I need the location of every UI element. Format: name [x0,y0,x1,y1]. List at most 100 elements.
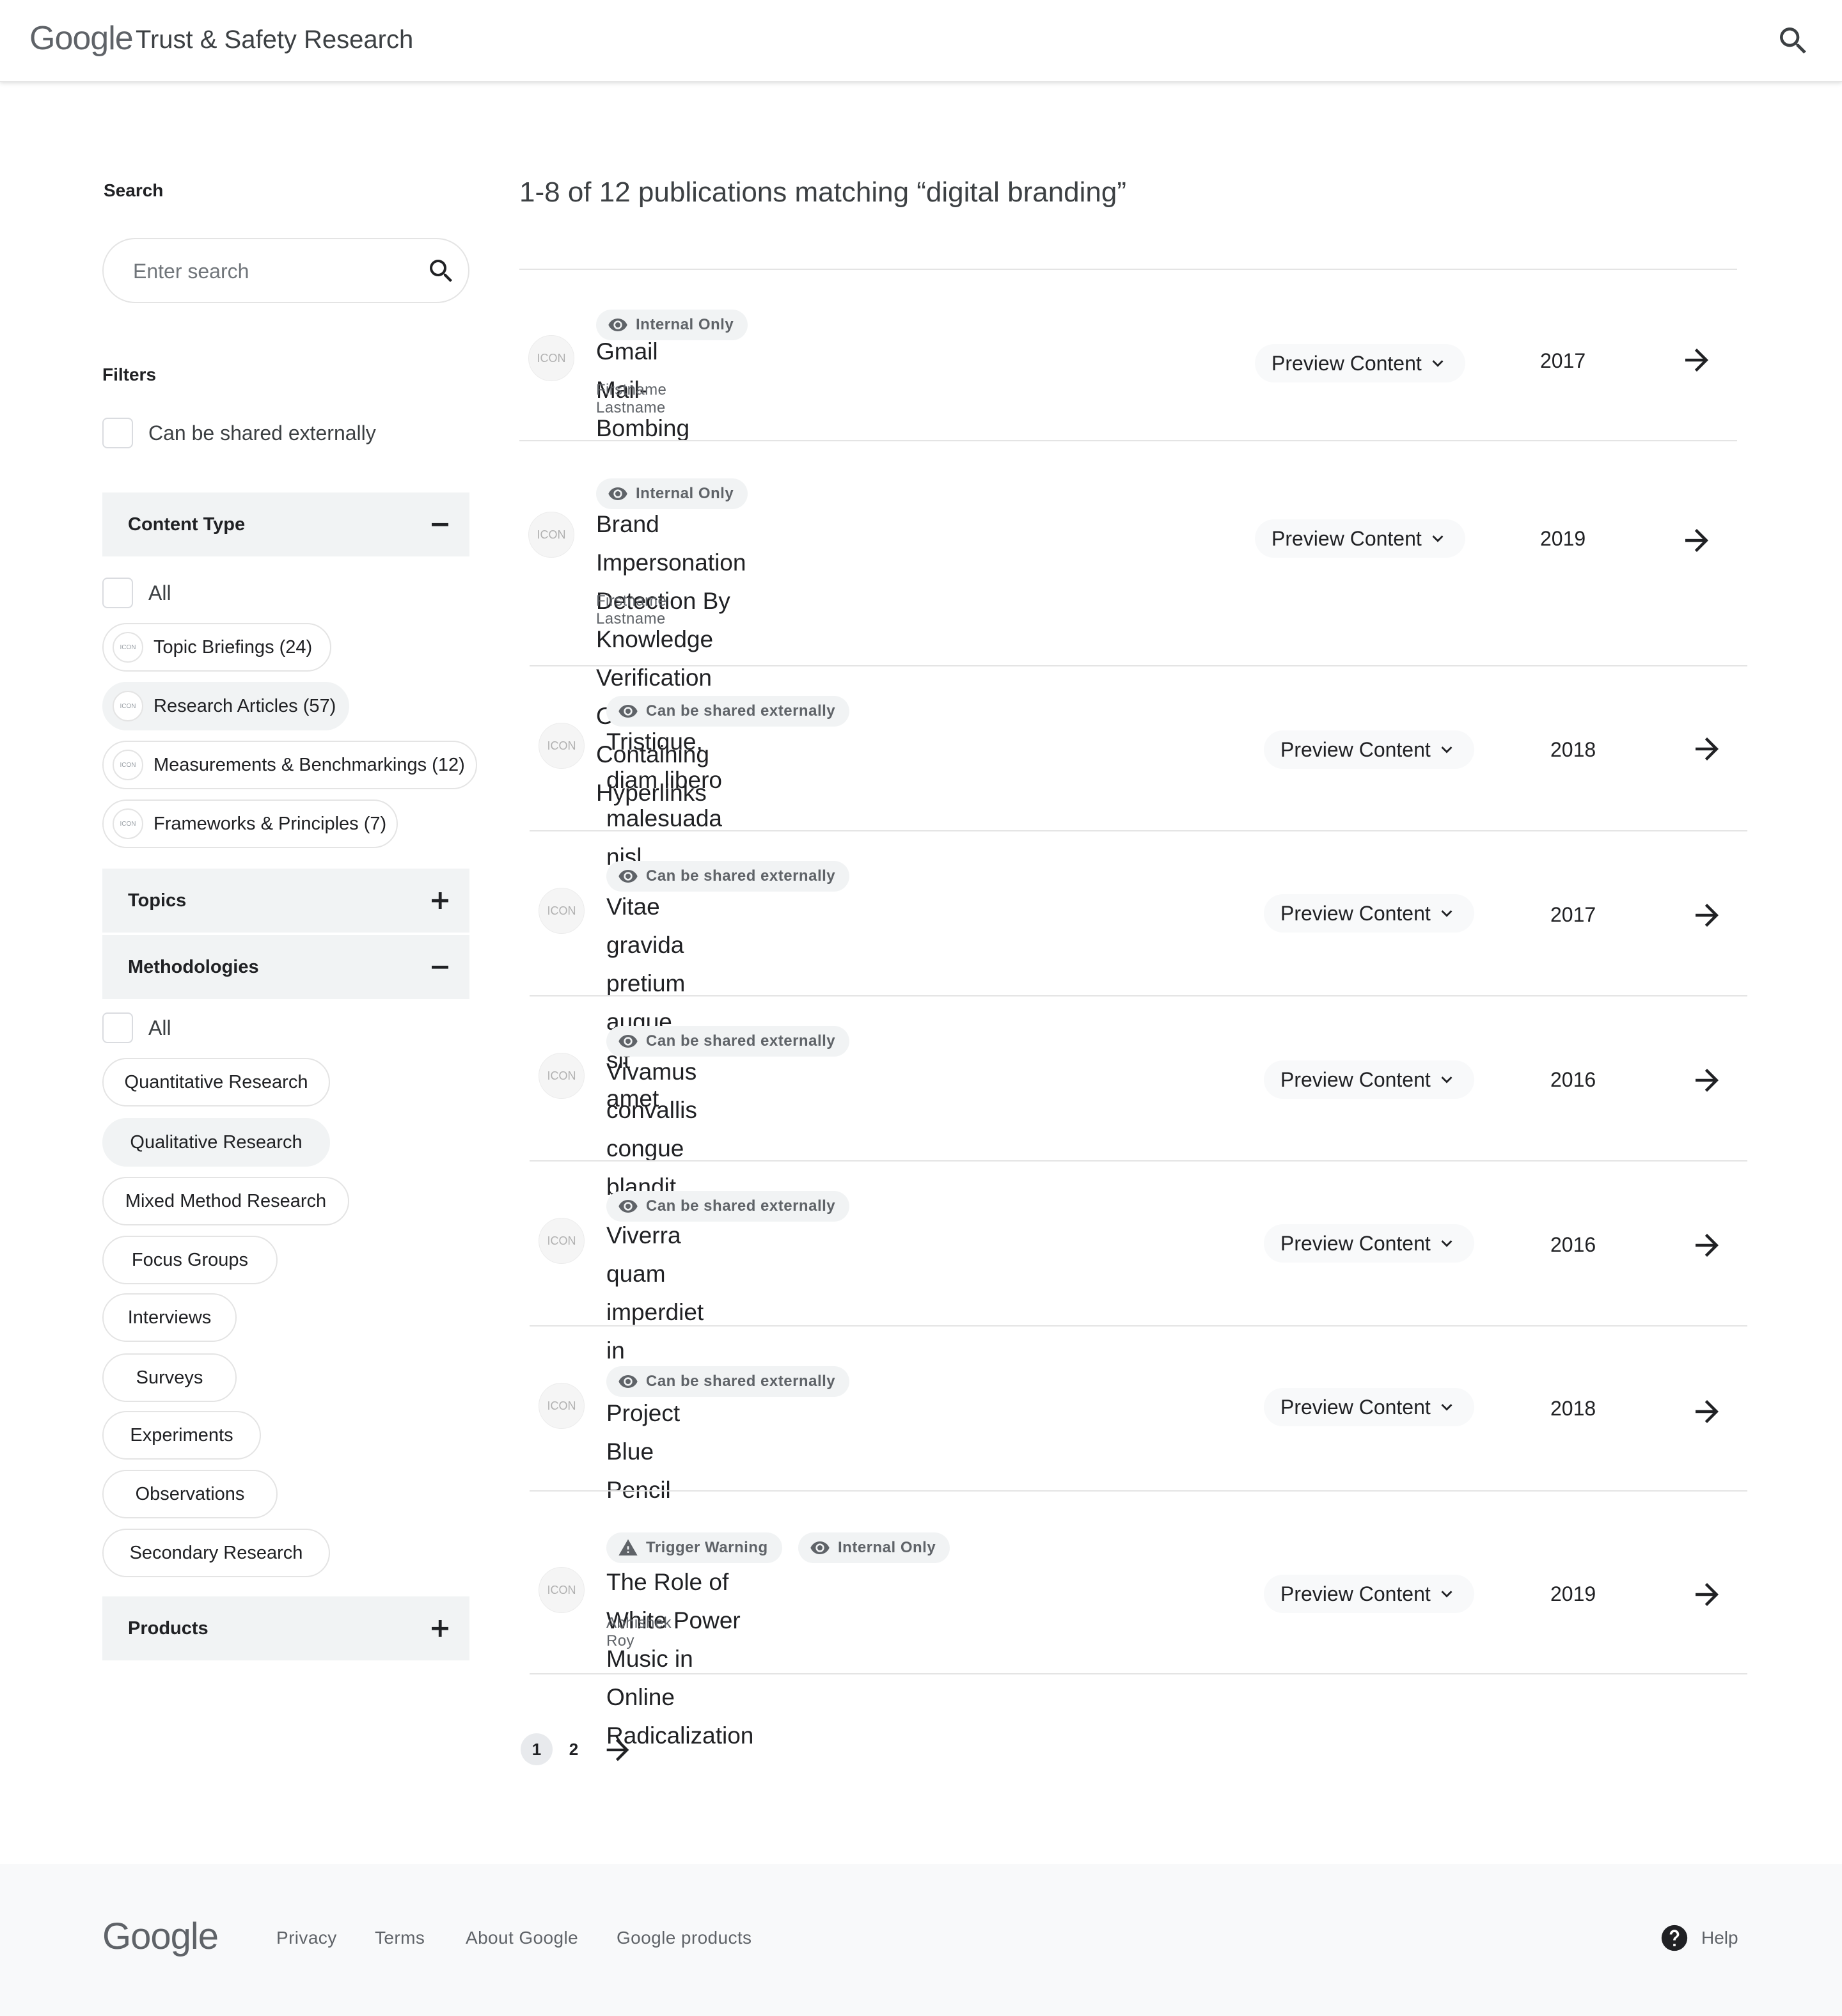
placeholder-icon: ICON [539,1053,585,1099]
warning-icon [618,1539,638,1555]
preview-content-dropdown[interactable]: Preview Content [1255,519,1465,558]
publication-title[interactable]: Viverra quam imperdiet in [606,1217,704,1370]
access-badge: Can be shared externally [606,1026,850,1057]
sidebar-search-box[interactable] [102,238,469,303]
row-divider [530,1673,1747,1674]
accordion-products[interactable]: Products [102,1596,469,1660]
arrow-right-icon[interactable] [1680,343,1714,377]
publication-title[interactable]: Project Blue Pencil [606,1394,680,1509]
preview-label: Preview Content [1280,737,1431,761]
site-title[interactable]: Trust & Safety Research [136,26,413,54]
checkbox-label: All [148,1016,171,1039]
placeholder-icon: ICON [539,1567,585,1613]
accordion-topics[interactable]: Topics [102,869,469,933]
preview-content-dropdown[interactable]: Preview Content [1264,894,1474,933]
chip-secondary-research[interactable]: Secondary Research [102,1529,330,1577]
badge-label: Can be shared externally [646,1032,836,1050]
preview-content-dropdown[interactable]: Preview Content [1255,344,1465,382]
chip-surveys[interactable]: Surveys [102,1353,237,1402]
chip-research-articles[interactable]: ICON Research Articles (57) [102,682,349,730]
publication-title[interactable]: Vivamus convallis congue blandit [606,1053,697,1206]
eye-icon [810,1541,830,1554]
chip-qualitative-research[interactable]: Qualitative Research [102,1118,330,1167]
placeholder-icon: ICON [113,632,143,663]
chip-mixed-method-research[interactable]: Mixed Method Research [102,1177,349,1225]
results-count-heading: 1-8 of 12 publications matching “digital… [519,177,1127,208]
eye-icon [618,1035,638,1048]
page-1-button[interactable]: 1 [521,1733,553,1765]
chip-quantitative-research[interactable]: Quantitative Research [102,1058,330,1106]
preview-label: Preview Content [1280,1582,1431,1605]
accordion-title: Content Type [128,514,246,535]
arrow-right-icon[interactable] [601,1733,634,1767]
chip-interviews[interactable]: Interviews [102,1293,237,1342]
arrow-right-icon[interactable] [1690,1394,1724,1429]
search-input[interactable] [133,256,402,287]
methodologies-all-filter[interactable]: All [102,1012,171,1044]
preview-content-dropdown[interactable]: Preview Content [1264,1060,1474,1099]
content-type-all-checkbox[interactable] [102,578,133,608]
preview-content-dropdown[interactable]: Preview Content [1264,1575,1474,1613]
footer-google-logo[interactable]: Google [102,1915,219,1958]
preview-label: Preview Content [1280,1067,1431,1091]
chip-label: Measurements & Benchmarkings (12) [154,754,465,775]
publication-title[interactable]: Tristique, diam libero malesuada nisl [606,723,722,876]
help-link[interactable]: Help [1701,1928,1738,1948]
filters-label: Filters [102,365,157,384]
placeholder-icon: ICON [539,888,585,934]
publication-year: 2018 [1550,1397,1596,1420]
help-icon[interactable] [1660,1924,1688,1952]
plus-icon[interactable] [423,1612,457,1645]
search-icon[interactable] [1775,23,1811,59]
search-icon[interactable] [426,256,457,287]
footer-link-google-products[interactable]: Google products [617,1928,752,1948]
eye-icon [618,870,638,883]
google-logo[interactable]: Google [29,19,134,58]
plus-icon[interactable] [423,884,457,917]
checkbox-label: All [148,581,171,604]
chip-experiments[interactable]: Experiments [102,1411,261,1460]
badge-label: Can be shared externally [646,702,836,720]
arrow-right-icon[interactable] [1690,898,1724,933]
publication-author: Firstname Lastname [596,592,667,627]
accordion-content-type[interactable]: Content Type [102,492,469,556]
arrow-right-icon[interactable] [1690,1577,1724,1612]
minus-icon[interactable] [423,508,457,541]
content-type-all-filter[interactable]: All [102,577,171,609]
arrow-right-icon[interactable] [1690,732,1724,766]
chip-frameworks-principles[interactable]: ICON Frameworks & Principles (7) [102,799,398,848]
top-app-bar: Google Trust & Safety Research [0,0,1842,82]
preview-label: Preview Content [1271,526,1422,550]
arrow-right-icon[interactable] [1680,523,1714,558]
publication-year: 2019 [1550,1582,1596,1605]
eye-icon [618,705,638,718]
chip-measurements-benchmarkings[interactable]: ICON Measurements & Benchmarkings (12) [102,741,477,789]
chip-observations[interactable]: Observations [102,1470,278,1518]
footer-link-terms[interactable]: Terms [375,1928,425,1948]
publication-author: Firstname Lastname [596,381,667,416]
arrow-right-icon[interactable] [1690,1063,1724,1098]
footer-link-privacy[interactable]: Privacy [276,1928,337,1948]
minus-icon[interactable] [423,950,457,984]
chevron-down-icon [1441,1591,1452,1598]
chevron-down-icon [1441,746,1452,753]
publication-year: 2016 [1550,1233,1596,1256]
footer-link-about-google[interactable]: About Google [466,1928,578,1948]
eye-icon [618,1375,638,1388]
arrow-right-icon[interactable] [1690,1228,1724,1263]
chip-focus-groups[interactable]: Focus Groups [102,1236,278,1284]
row-divider [530,1325,1747,1327]
chip-topic-briefings[interactable]: ICON Topic Briefings (24) [102,623,331,672]
chevron-down-icon [1441,1404,1452,1411]
title-line: Brand Impersonation Detection By Knowled… [596,511,746,652]
page-2-button[interactable]: 2 [558,1733,590,1765]
badge-label: Trigger Warning [646,1539,768,1556]
preview-content-dropdown[interactable]: Preview Content [1264,1224,1474,1263]
methodologies-all-checkbox[interactable] [102,1012,133,1043]
preview-content-dropdown[interactable]: Preview Content [1264,1388,1474,1426]
share-externally-filter[interactable]: Can be shared externally [102,417,376,449]
preview-content-dropdown[interactable]: Preview Content [1264,730,1474,769]
publication-title[interactable]: The Role of White Power Music in Online … [606,1563,753,1755]
share-externally-checkbox[interactable] [102,418,133,448]
accordion-methodologies[interactable]: Methodologies [102,935,469,999]
